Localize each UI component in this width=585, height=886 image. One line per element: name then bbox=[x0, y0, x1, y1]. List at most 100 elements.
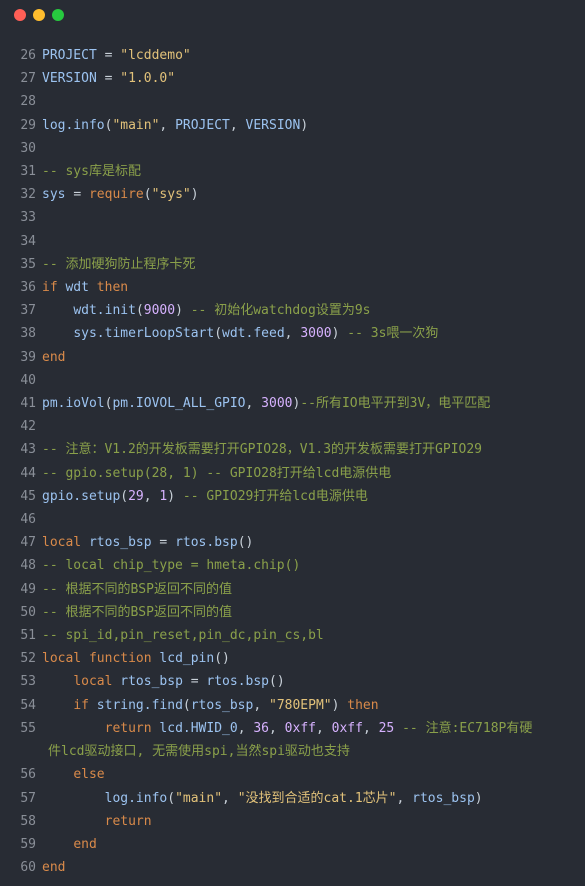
code-line: 44 -- gpio.setup(28, 1) -- GPIO28打开给lcd电源… bbox=[0, 462, 585, 485]
code-text: sys.timerLoopStart(wdt.feed, 3000) -- 3s… bbox=[73, 326, 439, 342]
line-number: 35 bbox=[20, 256, 36, 272]
code-line: 53 local rtos_bsp = rtos.bsp() bbox=[0, 670, 585, 693]
line-number: 38 bbox=[20, 326, 36, 342]
code-line: 29 log.info("main", PROJECT, VERSION) bbox=[0, 114, 585, 137]
line-number: 54 bbox=[20, 697, 36, 713]
code-text: pm.ioVol(pm.IOVOL_ALL_GPIO, 3000)--所有IO电… bbox=[42, 396, 491, 412]
code-text: -- 注意：V1.2的开发板需要打开GPIO28，V1.3的开发板需要打开GPI… bbox=[42, 442, 483, 458]
code-line: 47 local rtos_bsp = rtos.bsp() bbox=[0, 531, 585, 554]
code-text: if wdt then bbox=[42, 280, 129, 296]
code-line-wrap: 件lcd驱动接口, 无需使用spi,当然spi驱动也支持 bbox=[0, 740, 585, 763]
code-text: gpio.setup(29, 1) -- GPIO29打开给lcd电源供电 bbox=[42, 488, 368, 504]
line-number: 39 bbox=[20, 349, 36, 365]
line-number: 46 bbox=[20, 512, 36, 528]
line-number: 56 bbox=[20, 767, 36, 783]
code-text: -- local chip_type = hmeta.chip() bbox=[42, 558, 301, 574]
line-number: 58 bbox=[20, 813, 36, 829]
line-number: 26 bbox=[20, 48, 36, 63]
close-button[interactable] bbox=[14, 9, 26, 21]
code-text: -- 根据不同的BSP返回不同的值 bbox=[42, 604, 232, 620]
code-text: return lcd.HWID_0, 36, 0xff, 0xff, 25 --… bbox=[104, 720, 533, 736]
code-line: 54 if string.find(rtos_bsp, "780EPM") th… bbox=[0, 694, 585, 717]
code-text: -- spi_id,pin_reset,pin_dc,pin_cs,bl bbox=[42, 628, 324, 644]
minimize-button[interactable] bbox=[33, 9, 45, 21]
line-number: 59 bbox=[20, 836, 36, 852]
code-line: 57 log.info("main", "没找到合适的cat.1芯片", rto… bbox=[0, 787, 585, 810]
code-line: 34 bbox=[0, 230, 585, 253]
line-number: 49 bbox=[20, 581, 36, 597]
line-number: 60 bbox=[20, 860, 36, 876]
line-number: 47 bbox=[20, 535, 36, 551]
code-text: PROJECT = "lcddemo" bbox=[42, 48, 191, 63]
line-number: 41 bbox=[20, 396, 36, 412]
code-line: 59 end bbox=[0, 833, 585, 856]
code-line: 39 end bbox=[0, 346, 585, 369]
code-line: 55 return lcd.HWID_0, 36, 0xff, 0xff, 25… bbox=[0, 717, 585, 740]
code-line: 35 -- 添加硬狗防止程序卡死 bbox=[0, 253, 585, 276]
line-number: 45 bbox=[20, 488, 36, 504]
line-number: 43 bbox=[20, 442, 36, 458]
code-text: sys = require("sys") bbox=[42, 187, 199, 203]
code-line: 30 bbox=[0, 137, 585, 160]
code-text: VERSION = "1.0.0" bbox=[42, 71, 176, 87]
line-number: 48 bbox=[20, 558, 36, 574]
line-number: 30 bbox=[20, 140, 36, 156]
code-text: end bbox=[42, 349, 66, 365]
line-number: 42 bbox=[20, 419, 36, 435]
code-text: else bbox=[73, 767, 105, 783]
code-text: end bbox=[73, 836, 97, 852]
window-titlebar bbox=[0, 0, 585, 30]
line-number: 53 bbox=[20, 674, 36, 690]
line-number: 34 bbox=[20, 233, 36, 249]
line-number: 27 bbox=[20, 71, 36, 87]
code-text: end bbox=[42, 860, 66, 876]
code-line: 49 -- 根据不同的BSP返回不同的值 bbox=[0, 578, 585, 601]
code-text: local rtos_bsp = rtos.bsp() bbox=[73, 674, 285, 690]
code-text: -- 添加硬狗防止程序卡死 bbox=[42, 256, 196, 272]
code-text: local rtos_bsp = rtos.bsp() bbox=[42, 535, 254, 551]
line-number: 51 bbox=[20, 628, 36, 644]
code-line: 42 bbox=[0, 415, 585, 438]
code-line: 28 bbox=[0, 90, 585, 113]
code-line: 43 -- 注意：V1.2的开发板需要打开GPIO28，V1.3的开发板需要打开G… bbox=[0, 438, 585, 461]
code-text: local function lcd_pin() bbox=[42, 651, 230, 667]
line-number: 36 bbox=[20, 280, 36, 296]
code-line: 31 -- sys库是标配 bbox=[0, 160, 585, 183]
code-text: return bbox=[104, 813, 152, 829]
code-text: wdt.init(9000) -- 初始化watchdog设置为9s bbox=[73, 303, 371, 319]
line-number: 57 bbox=[20, 790, 36, 806]
code-line: 27 VERSION = "1.0.0" bbox=[0, 67, 585, 90]
code-line: 58 return bbox=[0, 810, 585, 833]
code-line: 37 wdt.init(9000) -- 初始化watchdog设置为9s bbox=[0, 299, 585, 322]
code-line: 26 PROJECT = "lcddemo" bbox=[0, 44, 585, 67]
code-line: 32 sys = require("sys") bbox=[0, 183, 585, 206]
code-line: 56 else bbox=[0, 763, 585, 786]
code-line: 41 pm.ioVol(pm.IOVOL_ALL_GPIO, 3000)--所有I… bbox=[0, 392, 585, 415]
code-text-wrap: 件lcd驱动接口, 无需使用spi,当然spi驱动也支持 bbox=[48, 744, 350, 760]
code-line: 40 bbox=[0, 369, 585, 392]
code-line: 52 local function lcd_pin() bbox=[0, 647, 585, 670]
line-number: 40 bbox=[20, 372, 36, 388]
line-number: 44 bbox=[20, 465, 36, 481]
code-line: 45 gpio.setup(29, 1) -- GPIO29打开给lcd电源供电 bbox=[0, 485, 585, 508]
code-line: 46 bbox=[0, 508, 585, 531]
maximize-button[interactable] bbox=[52, 9, 64, 21]
line-number: 33 bbox=[20, 210, 36, 226]
line-number: 29 bbox=[20, 117, 36, 133]
code-text: if string.find(rtos_bsp, "780EPM") then bbox=[73, 697, 379, 713]
code-line: 36 if wdt then bbox=[0, 276, 585, 299]
code-text: log.info("main", PROJECT, VERSION) bbox=[42, 117, 309, 133]
line-number: 32 bbox=[20, 187, 36, 203]
line-number: 52 bbox=[20, 651, 36, 667]
code-line: 60 end bbox=[0, 856, 585, 879]
code-line: 51 -- spi_id,pin_reset,pin_dc,pin_cs,bl bbox=[0, 624, 585, 647]
code-text: -- sys库是标配 bbox=[42, 164, 141, 180]
code-text: -- gpio.setup(28, 1) -- GPIO28打开给lcd电源供电 bbox=[42, 465, 392, 481]
code-window: 26 PROJECT = "lcddemo" 27 VERSION = "1.0.0"… bbox=[0, 0, 585, 886]
line-number: 50 bbox=[20, 604, 36, 620]
code-line: 50 -- 根据不同的BSP返回不同的值 bbox=[0, 601, 585, 624]
code-text: log.info("main", "没找到合适的cat.1芯片", rtos_b… bbox=[104, 790, 483, 806]
code-editor[interactable]: 26 PROJECT = "lcddemo" 27 VERSION = "1.0.0"… bbox=[0, 44, 585, 879]
code-line: 33 bbox=[0, 206, 585, 229]
code-line: 38 sys.timerLoopStart(wdt.feed, 3000) --… bbox=[0, 322, 585, 345]
